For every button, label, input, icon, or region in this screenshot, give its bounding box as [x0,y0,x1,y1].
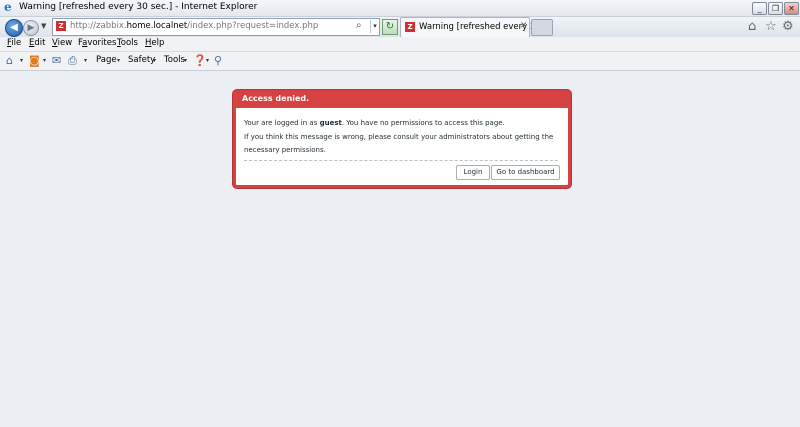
restore-button[interactable]: ❐ [768,2,783,15]
menu-favorites[interactable]: Favorites [78,38,116,48]
menu-bar: File Edit View Favorites Tools Help [0,37,800,52]
navigation-bar: ◀ ▶ ▼ Z http://zabbix.home.localnet/inde… [0,17,800,37]
research-icon[interactable]: ⚲ [214,54,222,67]
recent-pages-dropdown-icon[interactable]: ▼ [41,22,46,30]
page-menu[interactable]: Page [96,55,117,65]
internet-explorer-icon: e [4,0,12,14]
access-denied-dialog: Access denied. Your are logged in as gue… [233,90,571,188]
safety-dropdown-icon[interactable]: ▾ [153,57,156,64]
address-bar[interactable]: Z http://zabbix.home.localnet/index.php?… [52,18,380,36]
dialog-title: Access denied. [242,94,310,103]
tab-favicon-icon: Z [405,22,415,32]
address-dropdown-icon[interactable]: ▾ [370,20,379,33]
minimize-button[interactable]: _ [752,2,767,15]
back-button[interactable]: ◀ [5,19,23,37]
menu-edit[interactable]: Edit [29,38,45,48]
menu-view[interactable]: View [52,38,72,48]
new-tab-button[interactable] [531,19,553,36]
rss-feed-icon[interactable]: ◙ [29,54,40,67]
home-page-icon[interactable]: ⌂ [6,54,13,67]
forward-button[interactable]: ▶ [23,20,39,36]
safety-menu[interactable]: Safety [128,55,155,65]
permissions-message: necessary permissions. [244,146,326,154]
username: guest [319,119,342,127]
zabbix-favicon-icon: Z [56,21,66,31]
window-title: Warning [refreshed every 30 sec.] - Inte… [19,2,258,12]
page-viewport: Access denied. Your are logged in as gue… [0,71,800,427]
logged-in-message: Your are logged in as guest. You have no… [244,119,505,127]
login-button[interactable]: Login [456,165,490,180]
refresh-button[interactable]: ↻ [382,19,398,35]
close-window-button[interactable]: ✕ [784,2,799,15]
address-url[interactable]: http://zabbix.home.localnet/index.php?re… [70,21,318,31]
menu-help[interactable]: Help [145,38,164,48]
help-dropdown-icon[interactable]: ▾ [206,57,209,64]
dialog-header: Access denied. [233,90,571,108]
home-dropdown-icon[interactable]: ▾ [20,57,23,64]
consult-admin-message: If you think this message is wrong, plea… [244,133,554,141]
menu-tools[interactable]: Tools [117,38,138,48]
home-icon[interactable]: ⌂ [748,19,756,34]
search-icon[interactable]: ⌕ [356,20,362,31]
favorites-star-icon[interactable]: ☆ [765,19,777,34]
tools-menu[interactable]: Tools [164,55,185,65]
help-icon[interactable]: ❓ [193,54,207,67]
go-to-dashboard-button[interactable]: Go to dashboard [491,165,560,180]
gear-icon[interactable]: ⚙ [782,19,794,34]
dialog-divider [244,160,558,161]
page-dropdown-icon[interactable]: ▾ [117,57,120,64]
print-icon[interactable]: ⎙ [68,54,77,68]
feeds-dropdown-icon[interactable]: ▾ [43,57,46,64]
menu-file[interactable]: File [7,38,21,48]
tab-warning[interactable]: Z Warning [refreshed every 3... ✕ [400,17,543,37]
print-dropdown-icon[interactable]: ▾ [84,57,87,64]
tools-dropdown-icon[interactable]: ▾ [184,57,187,64]
read-mail-icon[interactable]: ✉ [52,54,61,67]
command-bar: ⌂ ▾ ◙ ▾ ✉ ⎙ ▾ Page ▾ Safety ▾ Tools ▾ ❓ … [0,52,800,71]
window-titlebar: e Warning [refreshed every 30 sec.] - In… [0,0,800,17]
tab-close-icon[interactable]: ✕ [520,21,528,31]
